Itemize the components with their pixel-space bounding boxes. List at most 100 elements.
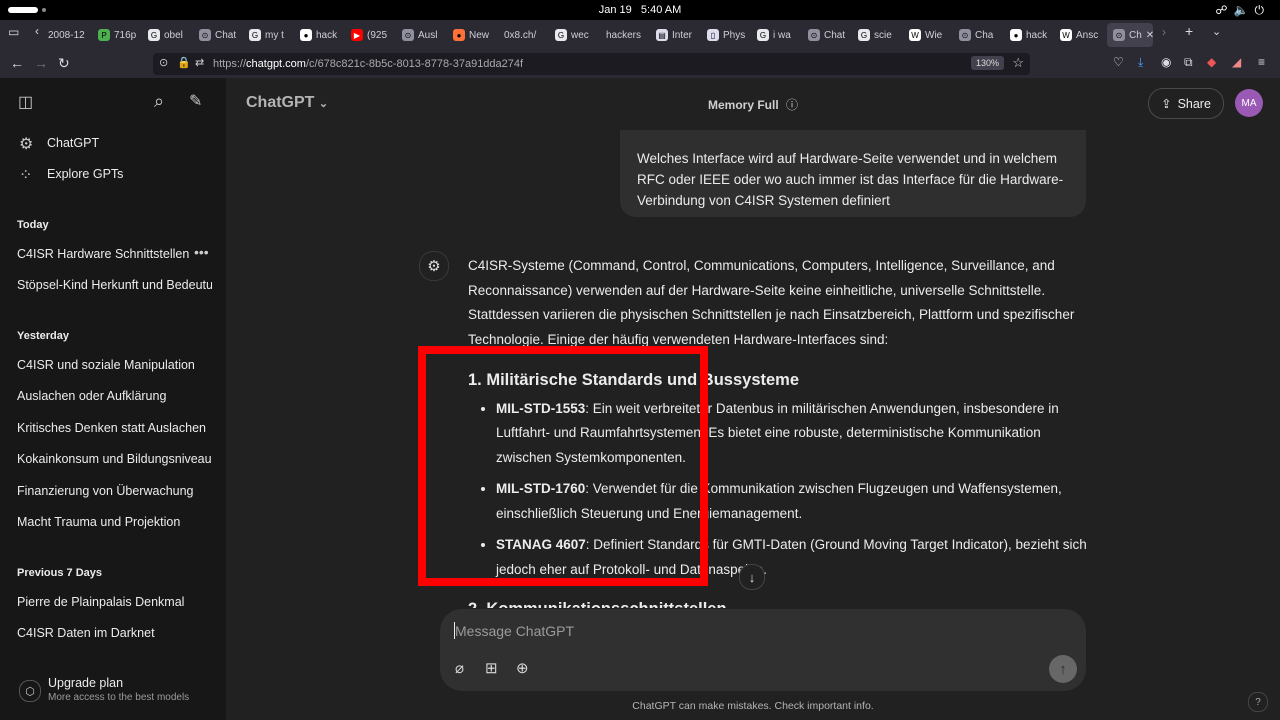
chat-history-item[interactable]: Kritisches Denken statt Auslachen — [17, 421, 206, 435]
volume-icon[interactable]: 🔈 — [1234, 3, 1255, 17]
extension-icon[interactable]: ◢ — [1232, 55, 1241, 69]
firefox-icon: ● — [453, 29, 465, 41]
tab-scroll-right-icon[interactable]: › — [1162, 25, 1166, 39]
browser-tab-active[interactable]: ⊙ Ch ✕ — [1107, 23, 1153, 47]
browser-tab[interactable]: ● hack — [1010, 23, 1054, 47]
browser-tab[interactable]: ● hack — [300, 23, 344, 47]
chat-history-item[interactable]: C4ISR und soziale Manipulation — [17, 358, 195, 372]
browser-tab[interactable]: ⊙ Cha — [959, 23, 1003, 47]
browser-tab[interactable]: ▤ Inter — [656, 23, 700, 47]
chat-history-item[interactable]: Auslachen oder Aufklärung — [17, 389, 166, 403]
site-info-icon[interactable]: ⊙ — [159, 56, 168, 69]
network-icon[interactable]: ☍ — [1215, 3, 1233, 17]
model-selector[interactable]: ChatGPT ⌄ — [246, 94, 328, 112]
tools-icon[interactable]: ⊞ — [485, 659, 498, 677]
tab-scroll-left-icon[interactable]: ‹ — [35, 24, 39, 38]
chat-history-item[interactable]: Stöpsel-Kind Herkunft und Bedeutu — [17, 278, 212, 292]
memory-status[interactable]: Memory Full ⓘ — [708, 96, 798, 113]
browser-tab[interactable]: ▯ Phys — [707, 23, 751, 47]
browser-tab[interactable]: ⊙ Chat — [199, 23, 243, 47]
browser-tab[interactable]: Gi wa — [757, 23, 801, 47]
lock-icon[interactable]: 🔒 — [177, 56, 191, 69]
attach-icon[interactable]: ⌀ — [455, 659, 464, 677]
browser-tab[interactable]: P 716p — [98, 23, 142, 47]
info-icon: ⓘ — [786, 98, 799, 112]
sidebar-item-explore-gpts[interactable]: Explore GPTs — [47, 167, 123, 181]
sidebar-item-chatgpt[interactable]: ChatGPT — [47, 136, 99, 150]
chat-icon: ⊙ — [1113, 29, 1125, 41]
browser-tab[interactable]: hackers — [606, 23, 650, 47]
power-icon[interactable]: ⏻ — [1255, 3, 1271, 17]
browser-tab[interactable]: ▶ (925 — [351, 23, 395, 47]
upgrade-icon: ⬡ — [19, 680, 41, 702]
browser-tab[interactable]: W Ansc — [1060, 23, 1104, 47]
message-composer[interactable]: Message ChatGPT ⌀ ⊞ ⊕ ↑ — [440, 609, 1086, 691]
new-chat-icon[interactable]: ✎ — [189, 91, 202, 111]
bookmark-star-icon[interactable]: ☆ — [1012, 55, 1024, 71]
avatar[interactable]: MA — [1235, 89, 1263, 117]
scroll-to-bottom-button[interactable]: ↓ — [739, 564, 765, 590]
close-tab-icon[interactable]: ✕ — [1146, 30, 1153, 41]
chatgpt-avatar-icon: ⚙ — [419, 251, 449, 281]
browser-tab[interactable]: ⊙ Chat — [808, 23, 852, 47]
user-message-bubble: Welches Interface wird auf Hardware-Seit… — [620, 130, 1086, 217]
search-icon[interactable]: ⌕ — [154, 91, 164, 112]
account-icon[interactable]: ◉ — [1161, 55, 1171, 69]
system-clock[interactable]: Jan 19 5:40 AM — [0, 4, 1280, 16]
browser-tab[interactable]: ⊙ Ausl — [402, 23, 446, 47]
answer-section-heading: 1. Militärische Standards und Bussysteme — [468, 371, 800, 389]
browser-tab[interactable]: Gobel — [148, 23, 192, 47]
explore-gpts-icon: ⁘ — [19, 167, 33, 184]
bullet-term: MIL-STD-1760 — [496, 481, 586, 496]
reload-icon[interactable]: ↻ — [58, 55, 70, 72]
chat-history-item[interactable]: C4ISR Daten im Darknet — [17, 626, 155, 640]
browser-tab[interactable]: Gwec — [555, 23, 599, 47]
google-icon: G — [858, 29, 870, 41]
pocket-icon[interactable]: ♡ — [1113, 55, 1124, 69]
url-text: https://chatgpt.com/c/678c821c-8b5c-8013… — [213, 58, 523, 70]
forward-icon[interactable]: → — [34, 55, 48, 71]
system-tray[interactable]: ☍🔈⏻ — [1215, 3, 1270, 18]
message-input[interactable]: Message ChatGPT — [455, 623, 574, 639]
section-heading-today: Today — [17, 219, 49, 231]
browser-tab[interactable]: ● New — [453, 23, 497, 47]
more-options-icon[interactable]: ••• — [194, 244, 209, 260]
send-button[interactable]: ↑ — [1049, 655, 1077, 683]
chat-history-item[interactable]: Finanzierung von Überwachung — [17, 484, 194, 498]
extension-icon[interactable]: ◆ — [1207, 55, 1216, 69]
browser-tab[interactable]: Gmy t — [249, 23, 293, 47]
chat-history-item[interactable]: Kokainkonsum und Bildungsniveau — [17, 452, 212, 466]
url-path: /c/678c821c-8b5c-8013-8778-37a91dda274f — [305, 58, 524, 70]
extensions-icon[interactable]: ⧉ — [1184, 55, 1193, 70]
chat-history-item[interactable]: C4ISR Hardware Schnittstellen — [17, 247, 189, 261]
browser-tab[interactable]: 0x8.ch/ — [504, 23, 548, 47]
list-tabs-icon[interactable]: ⌄ — [1212, 25, 1221, 38]
system-date: Jan 19 — [598, 4, 632, 16]
downloads-icon[interactable]: ⤓ — [1138, 55, 1143, 70]
upgrade-subtitle: More access to the best models — [48, 692, 190, 703]
browser-tab[interactable]: 2008-12 — [48, 23, 94, 47]
back-icon[interactable]: ← — [10, 55, 24, 71]
assistant-message: C4ISR-Systeme (Command, Control, Communi… — [468, 254, 1088, 589]
upgrade-title: Upgrade plan — [48, 676, 124, 690]
browser-tab-strip: ▭ ‹ 2008-12 P 716p Gobel ⊙ Chat Gmy t ● hac… — [0, 20, 1280, 51]
toggle-sidebar-icon[interactable]: ◫ — [18, 92, 33, 112]
url-bar[interactable]: ⊙ 🔒 ⇄ https://chatgpt.com/c/678c821c-8b5… — [153, 53, 1030, 75]
menu-icon[interactable]: ≡ — [1258, 55, 1265, 69]
chat-history-item[interactable]: Pierre de Plainpalais Denkmal — [17, 595, 184, 609]
browser-tab[interactable]: Gscie — [858, 23, 902, 47]
sidebar: ◫ ⌕ ✎ ⚙ ChatGPT ⁘ Explore GPTs Today C4I… — [0, 78, 226, 720]
permissions-icon[interactable]: ⇄ — [195, 56, 204, 69]
document-icon: ▤ — [656, 29, 668, 41]
chat-history-item[interactable]: Macht Trauma und Projektion — [17, 515, 180, 529]
tab-overview-icon[interactable]: ▭ — [8, 25, 19, 39]
globe-icon[interactable]: ⊕ — [516, 659, 529, 677]
zoom-level-badge[interactable]: 130% — [970, 56, 1004, 70]
help-button[interactable]: ? — [1248, 692, 1268, 712]
browser-nav-bar: ← → ↻ ⊙ 🔒 ⇄ https://chatgpt.com/c/678c82… — [0, 51, 1280, 79]
browser-tab[interactable]: W Wie — [909, 23, 953, 47]
new-tab-icon[interactable]: + — [1185, 23, 1193, 39]
upgrade-plan-button[interactable]: ⬡ Upgrade plan More access to the best m… — [17, 674, 217, 710]
section-heading-previous-7-days: Previous 7 Days — [17, 567, 102, 579]
share-button[interactable]: ⇪ Share — [1148, 88, 1224, 119]
